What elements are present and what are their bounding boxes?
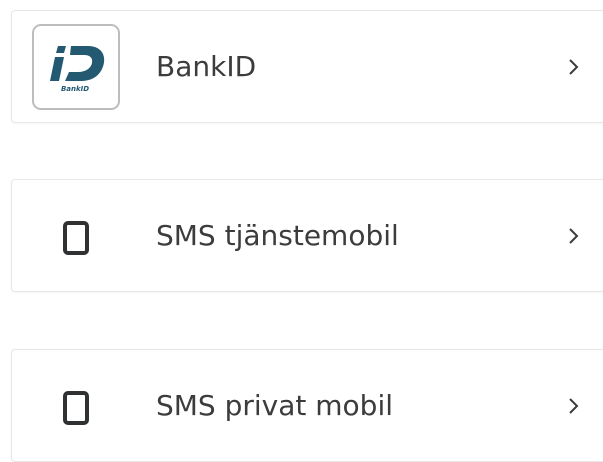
sms-private-mobile-label: SMS privat mobil	[156, 389, 394, 422]
chevron-right-icon	[569, 228, 579, 244]
mobile-phone-icon	[63, 221, 89, 255]
bankid-label: BankID	[156, 50, 257, 83]
bankid-option[interactable]: BankID BankID	[11, 10, 603, 123]
login-method-list: BankID BankID SMS tjänstemobil SMS priva…	[0, 0, 603, 462]
chevron-right-icon	[569, 398, 579, 414]
sms-private-mobile-option[interactable]: SMS privat mobil	[11, 349, 603, 462]
bankid-logo-text: BankID	[61, 85, 89, 93]
sms-work-mobile-option[interactable]: SMS tjänstemobil	[11, 179, 603, 292]
chevron-right-icon	[569, 59, 579, 75]
bankid-logo-icon: BankID	[32, 24, 120, 110]
sms-work-mobile-label: SMS tjänstemobil	[156, 219, 399, 252]
mobile-phone-icon	[63, 391, 89, 425]
